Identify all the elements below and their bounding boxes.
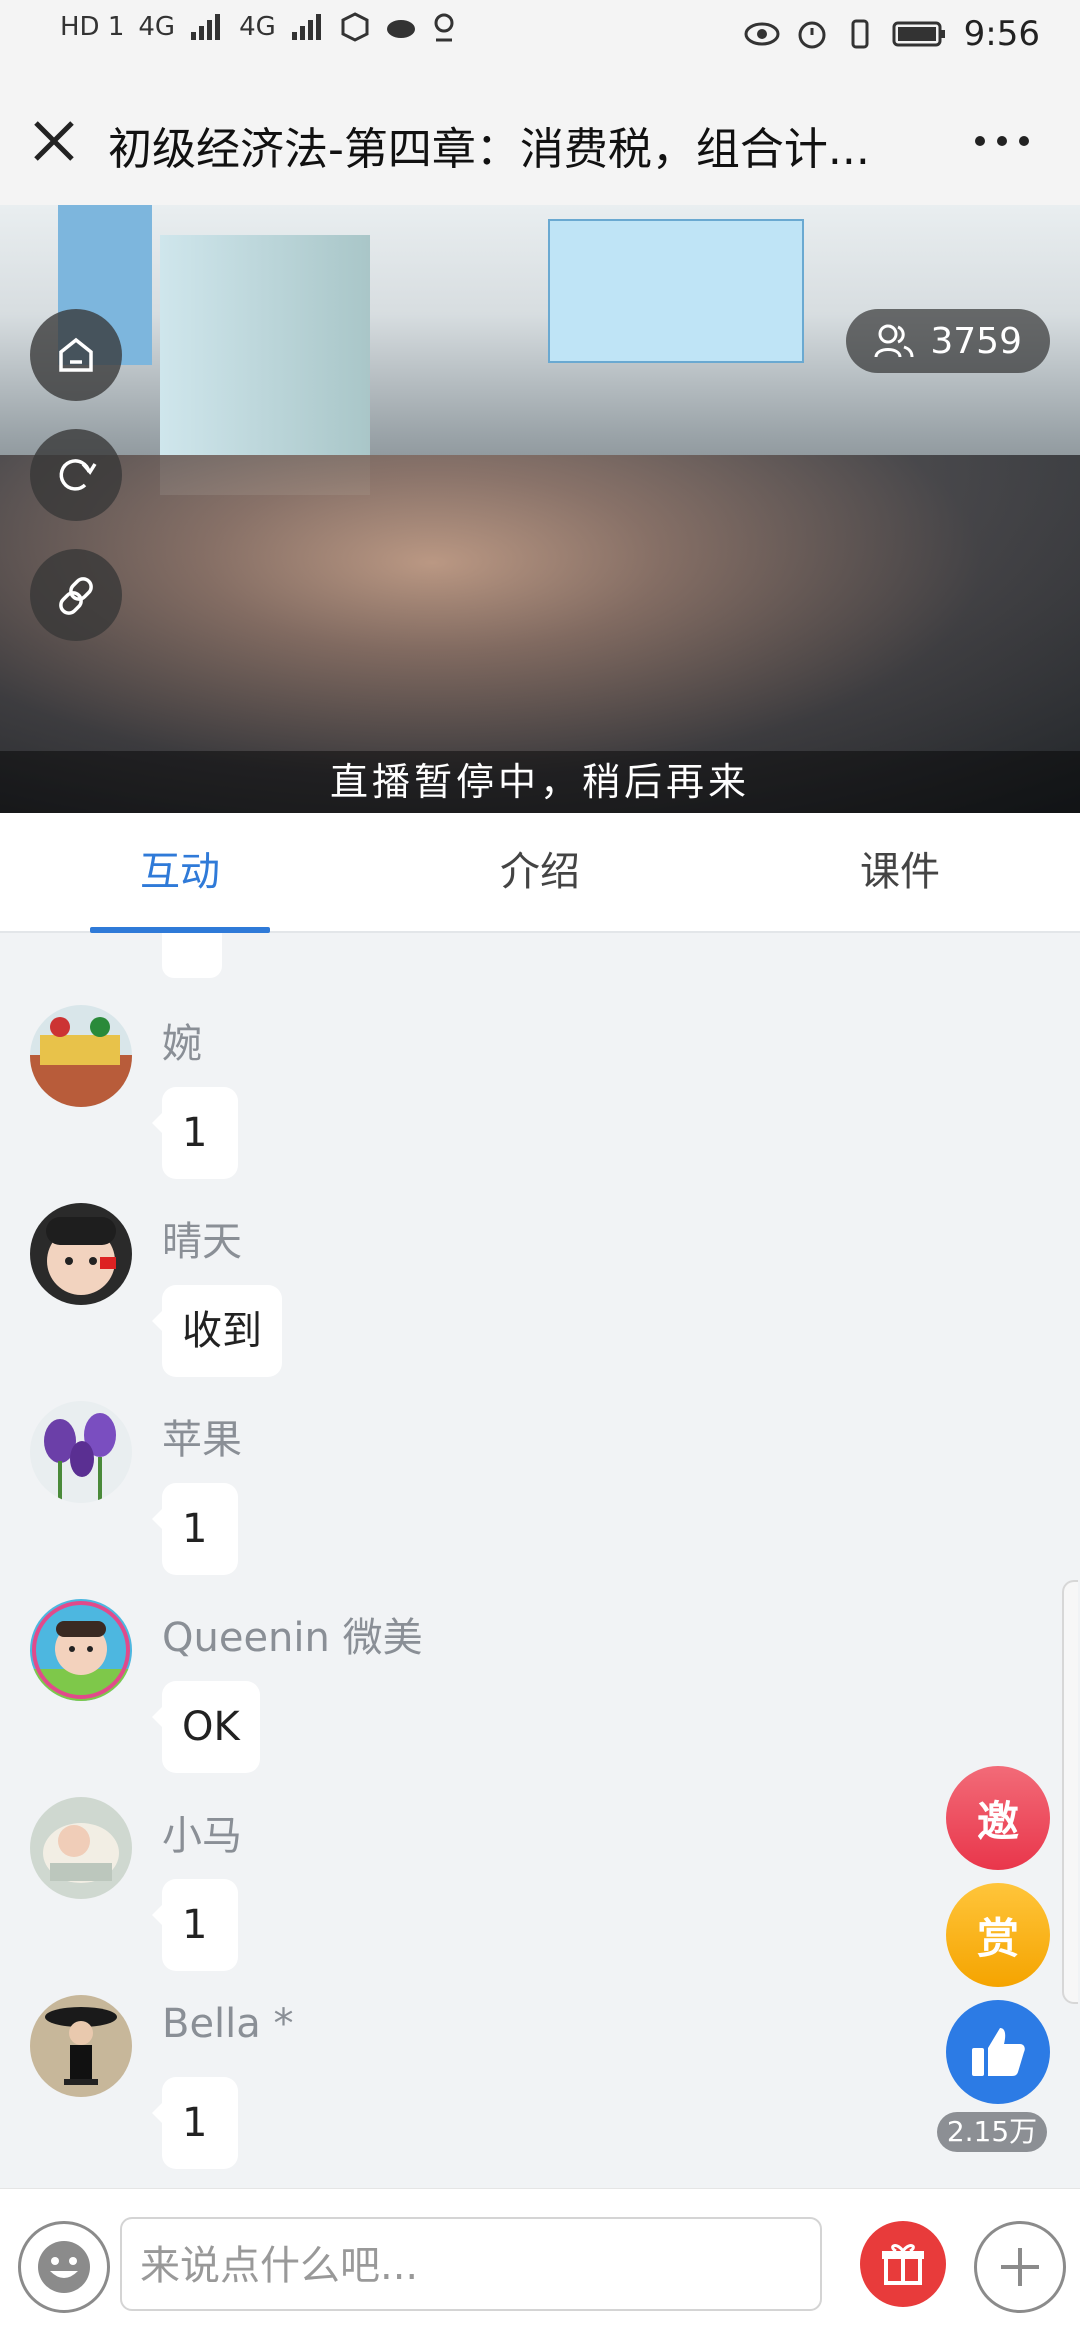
- status-bar: HD 1 4G 4G 9:56: [0, 0, 1080, 75]
- chat-username: 小马: [162, 1813, 242, 1859]
- chat-bubble-partial: 1: [162, 933, 222, 978]
- chat-message: 晴天 收到: [0, 1203, 1080, 1401]
- chat-message: 苹果 1: [0, 1401, 1080, 1599]
- close-icon[interactable]: [28, 115, 80, 167]
- signal-icon: [191, 14, 221, 40]
- live-video[interactable]: 3759 直播暂停中，稍后再来: [0, 205, 1080, 813]
- avatar-outdoor-image: [30, 1005, 132, 1107]
- chat-message: 小马 1: [0, 1797, 1080, 1995]
- emoji-icon: [38, 2241, 90, 2293]
- like-button[interactable]: [946, 2000, 1050, 2104]
- avatar-flowers-image: [30, 1401, 132, 1503]
- refresh-icon-glyph: [59, 459, 97, 491]
- tab-introduction[interactable]: 介绍: [360, 813, 720, 931]
- people-icon: [874, 324, 914, 358]
- avatar[interactable]: [30, 1995, 132, 2097]
- video-noticeboard: [548, 219, 804, 363]
- cloud-icon: [386, 20, 415, 38]
- more-actions-button[interactable]: [974, 2221, 1066, 2313]
- chat-bubble: 1: [152, 2077, 238, 2169]
- avatar-baby-blanket-image: [30, 1797, 132, 1899]
- network-2-label: 4G: [239, 12, 276, 42]
- thumbs-up-icon: [972, 2028, 1025, 2076]
- battery-icon: [892, 21, 945, 47]
- chat-bubble: 1: [152, 1087, 238, 1179]
- avatar[interactable]: [30, 1401, 132, 1503]
- link-icon-glyph: [59, 577, 93, 615]
- input-bar: 来说点什么吧...: [0, 2188, 1080, 2341]
- clock-time: 9:56: [963, 14, 1040, 54]
- pause-notice: 直播暂停中，稍后再来: [0, 751, 1080, 813]
- viewer-count-badge: 3759: [846, 309, 1050, 373]
- chat-username: 苹果: [162, 1417, 242, 1463]
- gift-icon: [882, 2244, 924, 2285]
- hand-icon: [341, 12, 369, 42]
- chat-username: 婉: [162, 1021, 202, 1067]
- viewer-count: 3759: [930, 320, 1022, 362]
- chat-bubble: 1: [152, 1879, 238, 1971]
- home-icon-glyph: [59, 337, 93, 372]
- chat-bubble: 1: [152, 1483, 238, 1575]
- tab-courseware[interactable]: 课件: [720, 813, 1080, 931]
- reward-button[interactable]: 赏: [946, 1883, 1050, 1987]
- avatar-woman-image: [30, 1995, 132, 2097]
- partial-bubble-text: 1: [184, 933, 209, 939]
- gift-button[interactable]: [860, 2221, 946, 2307]
- reward-label: 赏: [976, 1913, 1019, 1963]
- tab-bar: 互动 介绍 课件: [0, 813, 1080, 933]
- home-icon[interactable]: [30, 309, 122, 401]
- status-left: HD 1 4G 4G: [60, 12, 456, 42]
- plus-icon: [1001, 2248, 1039, 2286]
- sim-1-label: HD 1: [60, 12, 125, 42]
- alarm-icon: [798, 21, 826, 49]
- status-right: 9:56: [744, 14, 1040, 54]
- like-count: 2.15万: [937, 2112, 1047, 2152]
- avatar[interactable]: [30, 1203, 132, 1305]
- chat-list[interactable]: 1 婉 1 晴天 收到 苹果 1 Queenin 微美 OK: [0, 933, 1080, 2188]
- eye-icon: [744, 22, 780, 46]
- signal-icon: [291, 14, 321, 40]
- avatar[interactable]: [30, 1599, 132, 1701]
- chat-message: 婉 1: [0, 1005, 1080, 1203]
- chat-username: Bella *: [162, 2001, 294, 2047]
- page-title: 初级经济法-第四章：消费税，组合计...: [108, 124, 870, 175]
- avatar-baby-image: [30, 1599, 132, 1701]
- link-icon[interactable]: [30, 549, 122, 641]
- vibrate-icon: [851, 19, 869, 49]
- emoji-button[interactable]: [18, 2221, 110, 2313]
- avatar[interactable]: [30, 1005, 132, 1107]
- chat-bubble: 收到: [152, 1285, 282, 1377]
- avatar[interactable]: [30, 1797, 132, 1899]
- tab-interaction[interactable]: 互动: [0, 813, 360, 933]
- invite-button[interactable]: 邀: [946, 1766, 1050, 1870]
- location-icon: [434, 13, 454, 42]
- refresh-icon[interactable]: [30, 429, 122, 521]
- title-bar: 初级经济法-第四章：消费税，组合计...: [0, 75, 1080, 206]
- comment-input[interactable]: 来说点什么吧...: [120, 2217, 822, 2311]
- chat-bubble: OK: [152, 1681, 260, 1773]
- network-1-label: 4G: [138, 12, 176, 42]
- side-drawer-handle[interactable]: [1062, 1580, 1078, 2004]
- avatar-child-image: [30, 1203, 132, 1305]
- chat-username: 晴天: [162, 1219, 242, 1265]
- more-icon[interactable]: [972, 133, 1032, 149]
- chat-username: Queenin 微美: [162, 1615, 423, 1661]
- invite-label: 邀: [976, 1796, 1019, 1846]
- chat-message: Queenin 微美 OK: [0, 1599, 1080, 1797]
- chat-message: Bella * 1: [0, 1995, 1080, 2188]
